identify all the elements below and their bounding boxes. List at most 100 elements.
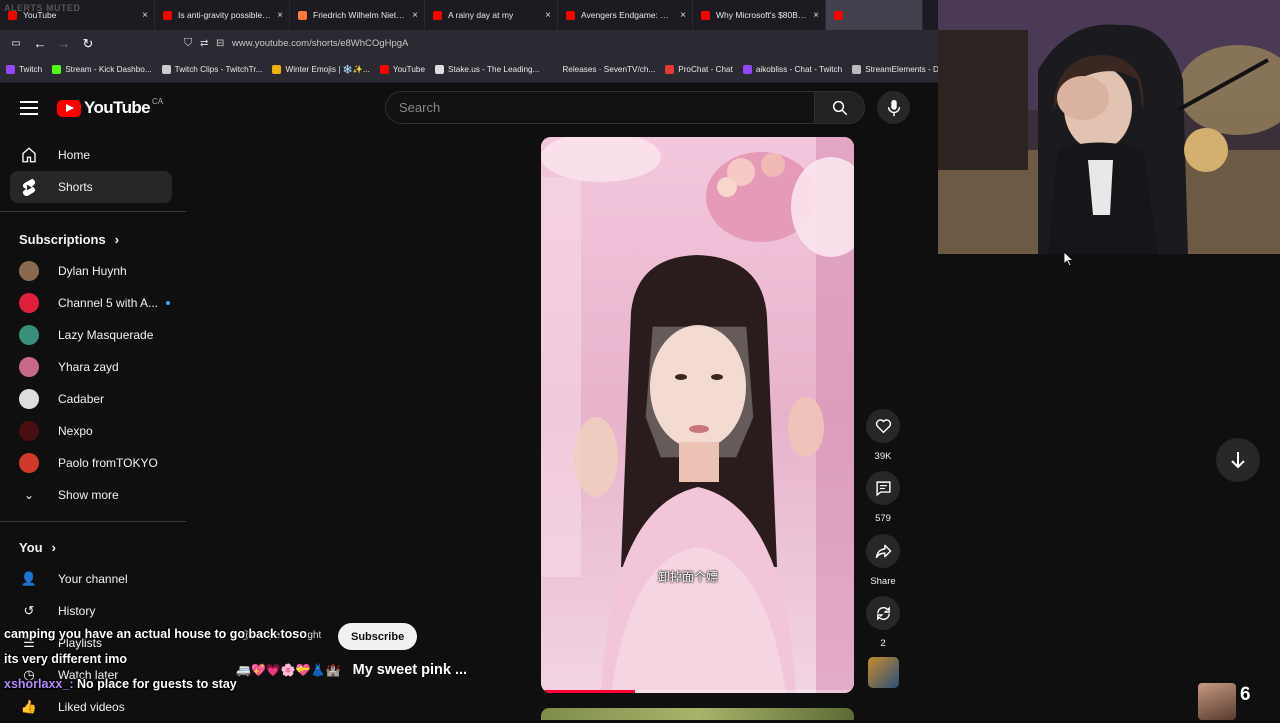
bookmark-favicon-icon: [379, 65, 389, 74]
chat-message-text: No place for guests to stay: [76, 677, 237, 691]
subscription-name: Paolo fromTOKYO: [58, 456, 158, 470]
browser-tab[interactable]: [826, 0, 923, 30]
sidebar-item-label: Shorts: [58, 180, 93, 194]
search-input[interactable]: Search: [385, 91, 815, 124]
bookmark-favicon-icon: [52, 65, 62, 74]
browser-tab[interactable]: Friedrich Wilhelm Nietzsche ×: [290, 0, 425, 30]
subscription-item[interactable]: Paolo fromTOKYO: [10, 447, 172, 479]
remix-icon: [876, 605, 890, 621]
remix-button[interactable]: [866, 596, 900, 630]
subscription-item[interactable]: Cadaber: [10, 383, 172, 415]
sidebar-divider: [0, 211, 186, 212]
subscription-item[interactable]: Dylan Huynh: [10, 255, 172, 287]
url-text: www.youtube.com/shorts/e8WhCOgHpgA: [232, 37, 409, 49]
next-short-button[interactable]: [1216, 438, 1260, 482]
back-button[interactable]: ←: [28, 32, 52, 56]
bookmark-favicon-icon: [161, 65, 171, 74]
search-button[interactable]: [815, 91, 865, 124]
tab-favicon-icon: [701, 10, 710, 20]
tab-favicon-icon: [163, 10, 172, 20]
tab-close-icon[interactable]: ×: [680, 10, 686, 21]
history-icon: ↺: [23, 603, 35, 618]
short-video-frame: [541, 137, 854, 693]
subscribe-button[interactable]: Subscribe: [338, 623, 418, 650]
subscription-item[interactable]: Yhara zayd: [10, 351, 172, 383]
home-icon: [19, 146, 39, 164]
sidebar-toggle-icon[interactable]: ▭: [4, 32, 28, 56]
channel-avatar: [19, 357, 39, 377]
tab-close-icon[interactable]: ×: [545, 10, 551, 21]
subscription-item[interactable]: Lazy Masquerade: [10, 319, 172, 351]
subscription-name: Yhara zayd: [58, 360, 119, 374]
bookmark-label: Stream - Kick Dashbo...: [65, 65, 152, 74]
bookmark-favicon-icon: [665, 65, 675, 74]
short-title-text: My sweet pink ...: [352, 662, 468, 678]
subscription-name: Dylan Huynh: [58, 264, 127, 278]
bookmark-item[interactable]: YouTube: [379, 65, 425, 74]
site-info-icon[interactable]: ⊟: [216, 38, 224, 49]
stream-chat-overlay: camping you have an actual house to go b…: [4, 622, 334, 697]
share-label: Share: [870, 576, 896, 587]
you-header[interactable]: You ›: [19, 540, 56, 555]
subscription-name: Channel 5 with A...: [58, 296, 159, 310]
sidebar-item-label: Liked videos: [58, 700, 125, 714]
like-action[interactable]: 39K: [866, 409, 900, 462]
short-title[interactable]: 🚐💖💗🌸💝👗🏰 My sweet pink ...: [236, 662, 467, 678]
tab-close-icon[interactable]: ×: [412, 10, 418, 21]
sidebar-item-home[interactable]: Home: [10, 139, 172, 171]
tab-title: Is anti-gravity possible? - Y: [178, 10, 272, 20]
sidebar-item-label: Home: [58, 148, 91, 162]
bookmark-item[interactable]: Stake.us - The Leading...: [435, 65, 539, 74]
bookmark-label: aikobliss - Chat - Twitch: [755, 65, 843, 74]
browser-tab[interactable]: Why Microsoft's $80B Xbox ×: [693, 0, 826, 30]
sidebar-item-label: Your channel: [58, 572, 128, 586]
arrow-down-icon: [1231, 452, 1245, 469]
share-action[interactable]: Share: [866, 534, 900, 587]
bookmark-item[interactable]: Twitch Clips - TwitchTr...: [161, 65, 262, 74]
new-content-dot: [166, 301, 171, 305]
tab-favicon-icon: [566, 10, 575, 20]
short-title-emojis: 🚐💖💗🌸💝👗🏰: [236, 663, 341, 677]
address-bar[interactable]: ⛉ ⇄ ⊟ www.youtube.com/shorts/e8WhCOgHpgA: [178, 32, 934, 54]
forward-button[interactable]: →: [52, 32, 76, 56]
browser-tab[interactable]: A rainy day at my ×: [425, 0, 558, 30]
country-code: CA: [152, 96, 164, 106]
share-button[interactable]: [866, 534, 900, 568]
short-video-player[interactable]: [541, 137, 854, 693]
remix-action[interactable]: 2: [866, 596, 900, 649]
bookmark-item[interactable]: Releases · SevenTV/ch...: [549, 65, 655, 74]
bookmark-item[interactable]: ProChat - Chat: [665, 65, 733, 74]
sidebar-item-channel[interactable]: 👤 Your channel: [10, 563, 172, 595]
comments-action[interactable]: 579: [866, 471, 900, 524]
comments-button[interactable]: [866, 471, 900, 505]
subscription-item[interactable]: Nexpo: [10, 415, 172, 447]
reload-button[interactable]: ↻: [76, 32, 100, 56]
sound-thumbnail[interactable]: [868, 657, 899, 688]
tab-close-icon[interactable]: ×: [142, 10, 148, 21]
bookmark-item[interactable]: aikobliss - Chat - Twitch: [742, 65, 843, 74]
youtube-logo[interactable]: YouTube CA: [57, 96, 164, 118]
like-button[interactable]: [866, 409, 900, 443]
bookmark-item[interactable]: Twitch: [6, 65, 42, 74]
voice-search-button[interactable]: [877, 91, 910, 124]
tab-close-icon[interactable]: ×: [813, 10, 819, 21]
browser-tab[interactable]: Is anti-gravity possible? - Y ×: [155, 0, 290, 30]
sidebar-item-shorts[interactable]: Shorts: [10, 171, 172, 203]
tracking-shield-icon[interactable]: ⛉: [184, 37, 192, 50]
next-short-preview[interactable]: [541, 708, 854, 720]
show-more-button[interactable]: ⌄ Show more: [10, 479, 172, 511]
browser-tab[interactable]: Avengers Endgame: Encore ×: [558, 0, 693, 30]
tab-close-icon[interactable]: ×: [277, 10, 283, 21]
viewer-count: 6: [1240, 684, 1251, 705]
short-caption: 卸掉面个嫖: [658, 570, 719, 584]
tab-favicon-icon: [298, 10, 307, 20]
guide-menu-button[interactable]: [20, 99, 38, 115]
search-icon: [832, 100, 847, 115]
permissions-icon[interactable]: ⇄: [200, 38, 208, 49]
bookmark-item[interactable]: Stream - Kick Dashbo...: [52, 65, 152, 74]
chat-username: xshorlaxx_:: [4, 677, 74, 691]
subscription-item[interactable]: Channel 5 with A...: [10, 287, 172, 319]
channel-avatar: [19, 421, 39, 441]
bookmark-item[interactable]: Winter Emojis | ❄️✨...: [272, 65, 370, 75]
subscriptions-header[interactable]: Subscriptions ›: [19, 232, 119, 247]
